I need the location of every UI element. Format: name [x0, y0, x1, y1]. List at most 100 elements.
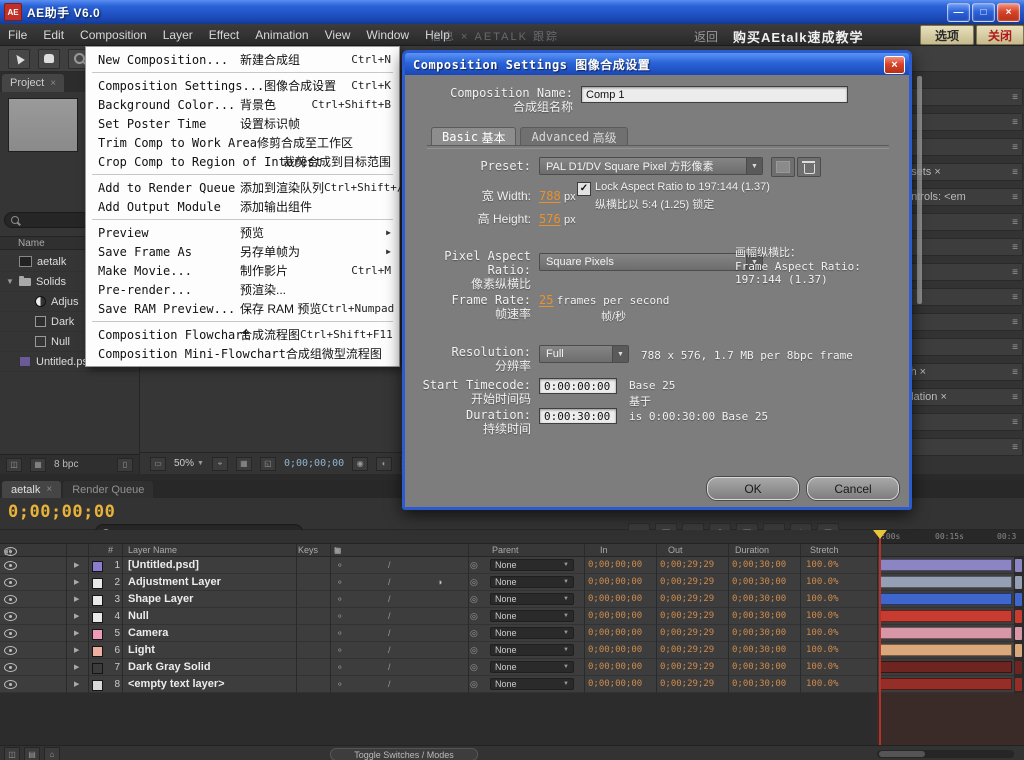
time-ruler[interactable]: :00s 00:15s 00:3 [877, 530, 1024, 544]
tab-project[interactable]: Project × [2, 74, 64, 92]
layer-row-4[interactable]: ▶4Null⚬/◎None▼0;00;00;000;00;29;290;00;3… [0, 608, 1024, 625]
menu-animation[interactable]: Animation [255, 28, 308, 42]
layer-duration-bar[interactable] [880, 661, 1012, 673]
show-channel-icon[interactable]: ◐ [376, 457, 392, 471]
panel-menu-icon[interactable]: ≡ [1012, 242, 1018, 253]
layer-color-chip[interactable] [92, 646, 103, 657]
menu-item-make-movie[interactable]: Make Movie...制作影片Ctrl+M [86, 261, 399, 280]
layer-color-chip[interactable] [92, 663, 103, 674]
layer-switch-icon[interactable]: ⚬ [336, 676, 344, 692]
layer-row-1[interactable]: ▶1[Untitled.psd]⚬/◎None▼0;00;00;000;00;2… [0, 557, 1024, 574]
current-timecode[interactable]: 0;00;00;00 [8, 502, 115, 522]
menu-item-composition-mini-flowchart[interactable]: Composition Mini-Flowchart合成组微型流程图 [86, 344, 399, 363]
parent-pickwhip-icon[interactable]: ◎ [470, 608, 478, 624]
dialog-titlebar[interactable]: Composition Settings 图像合成设置 [405, 53, 909, 75]
layer-color-chip[interactable] [92, 561, 103, 572]
layer-duration-bar[interactable] [880, 644, 1012, 656]
parent-pickwhip-icon[interactable]: ◎ [470, 659, 478, 675]
layer-duration-bar[interactable] [880, 678, 1012, 690]
parent-pickwhip-icon[interactable]: ◎ [470, 574, 478, 590]
panel-header-ch[interactable]: ch ×≡ [900, 363, 1023, 381]
menu-item-save-frame-as[interactable]: Save Frame As另存单帧为▶ [86, 242, 399, 261]
layer-navigator-chip[interactable] [1015, 610, 1022, 623]
parent-dropdown[interactable]: None▼ [490, 678, 574, 690]
panel-menu-icon[interactable]: ≡ [1012, 192, 1018, 203]
menu-view[interactable]: View [325, 28, 351, 42]
layer-color-chip[interactable] [92, 629, 103, 640]
col-duration[interactable]: Duration [735, 545, 769, 555]
selection-tool-button[interactable] [8, 49, 30, 69]
layer-visibility-toggle[interactable] [4, 557, 17, 573]
layer-switch-icon[interactable]: / [388, 676, 391, 692]
cancel-button[interactable]: Cancel [807, 477, 899, 500]
project-footage-icon[interactable]: ◫ [6, 458, 22, 472]
panel-menu-icon[interactable]: ≡ [1012, 342, 1018, 353]
panel-menu-icon[interactable]: ≡ [1012, 317, 1018, 328]
col-layer-name[interactable]: Layer Name [128, 545, 177, 555]
panel-header[interactable]: ≡ [900, 313, 1023, 331]
layer-expand-arrow[interactable]: ▶ [74, 625, 79, 641]
trash-icon[interactable]: ▯ [117, 458, 133, 472]
panel-menu-icon[interactable]: ≡ [1012, 267, 1018, 278]
resolution-dropdown[interactable]: Full ▼ [539, 345, 629, 363]
magnification-dropdown[interactable]: 50% ▼ [174, 458, 204, 469]
layer-navigator-chip[interactable] [1015, 576, 1022, 589]
panel-menu-icon[interactable]: ≡ [1012, 117, 1018, 128]
layer-color-chip[interactable] [92, 680, 103, 691]
start-timecode-input[interactable] [539, 378, 617, 394]
layer-name[interactable]: [Untitled.psd] [128, 557, 296, 573]
layer-expand-arrow[interactable]: ▶ [74, 608, 79, 624]
panel-menu-icon[interactable]: ≡ [1012, 367, 1018, 378]
layer-switch-icon[interactable]: ⚬ [336, 574, 344, 590]
layer-name[interactable]: Camera [128, 625, 296, 641]
menu-window[interactable]: Window [366, 28, 409, 42]
layer-name[interactable]: Light [128, 642, 296, 658]
parent-dropdown[interactable]: None▼ [490, 627, 574, 639]
layer-color-chip[interactable] [92, 578, 103, 589]
menu-item-pre-render[interactable]: Pre-render...预渲染... [86, 280, 399, 299]
panel-header[interactable]: ≡ [900, 413, 1023, 431]
layer-switch-icon[interactable]: ⚬ [336, 625, 344, 641]
parent-pickwhip-icon[interactable]: ◎ [470, 625, 478, 641]
layer-switch-icon[interactable]: / [388, 625, 391, 641]
menu-item-add-output-module[interactable]: Add Output Module添加输出组件 [86, 197, 399, 216]
col-parent[interactable]: Parent [492, 545, 519, 555]
layer-switch-icon[interactable]: ⚬ [336, 642, 344, 658]
layer-visibility-toggle[interactable] [4, 625, 17, 641]
parent-dropdown[interactable]: None▼ [490, 593, 574, 605]
minimize-button[interactable]: — [947, 3, 970, 22]
composition-name-input[interactable] [581, 86, 848, 103]
layer-navigator-chip[interactable] [1015, 627, 1022, 640]
scrollbar-handle[interactable] [879, 751, 925, 757]
layer-navigator-chip[interactable] [1015, 661, 1022, 674]
col-keys[interactable]: Keys [298, 545, 318, 555]
timeline-bottom-icon[interactable]: ⌂ [44, 747, 60, 760]
layer-navigator-chip[interactable] [1015, 644, 1022, 657]
duration-input[interactable] [539, 408, 617, 424]
tab-basic[interactable]: Basic 基本 [431, 127, 516, 146]
layer-switch-icon[interactable]: / [388, 557, 391, 573]
expander-icon[interactable]: ▼ [6, 277, 14, 286]
lock-aspect-checkbox[interactable]: ✓ [577, 182, 591, 196]
menu-item-set-poster-time[interactable]: Set Poster Time设置标识帧 [86, 114, 399, 133]
layer-visibility-toggle[interactable] [4, 659, 17, 675]
layer-duration-bar[interactable] [880, 559, 1012, 571]
layer-duration-bar[interactable] [880, 610, 1012, 622]
layer-switch-icon[interactable]: ⚬ [336, 557, 344, 573]
layer-name[interactable]: Dark Gray Solid [128, 659, 296, 675]
switch-header-icon[interactable]: ◉ [334, 546, 341, 555]
panel-menu-icon[interactable]: ≡ [1012, 142, 1018, 153]
maximize-button[interactable]: □ [972, 3, 995, 22]
bit-depth-label[interactable]: 8 bpc [54, 459, 78, 470]
menu-effect[interactable]: Effect [209, 28, 239, 42]
layer-expand-arrow[interactable]: ▶ [74, 591, 79, 607]
layer-navigator-chip[interactable] [1015, 593, 1022, 606]
hand-tool-button[interactable] [38, 49, 60, 69]
promo-link[interactable]: 购买AEtalk速成教学 [733, 27, 863, 46]
close-helper-button[interactable]: 关闭 [976, 25, 1024, 45]
menu-item-add-to-render-queue[interactable]: Add to Render Queue添加到渲染队列Ctrl+Shift+/ [86, 178, 399, 197]
layer-duration-bar[interactable] [880, 627, 1012, 639]
col-number[interactable]: # [108, 545, 113, 555]
pixel-aspect-dropdown[interactable]: Square Pixels ▼ [539, 253, 763, 271]
layer-row-5[interactable]: ▶5Camera⚬/◎None▼0;00;00;000;00;29;290;00… [0, 625, 1024, 642]
